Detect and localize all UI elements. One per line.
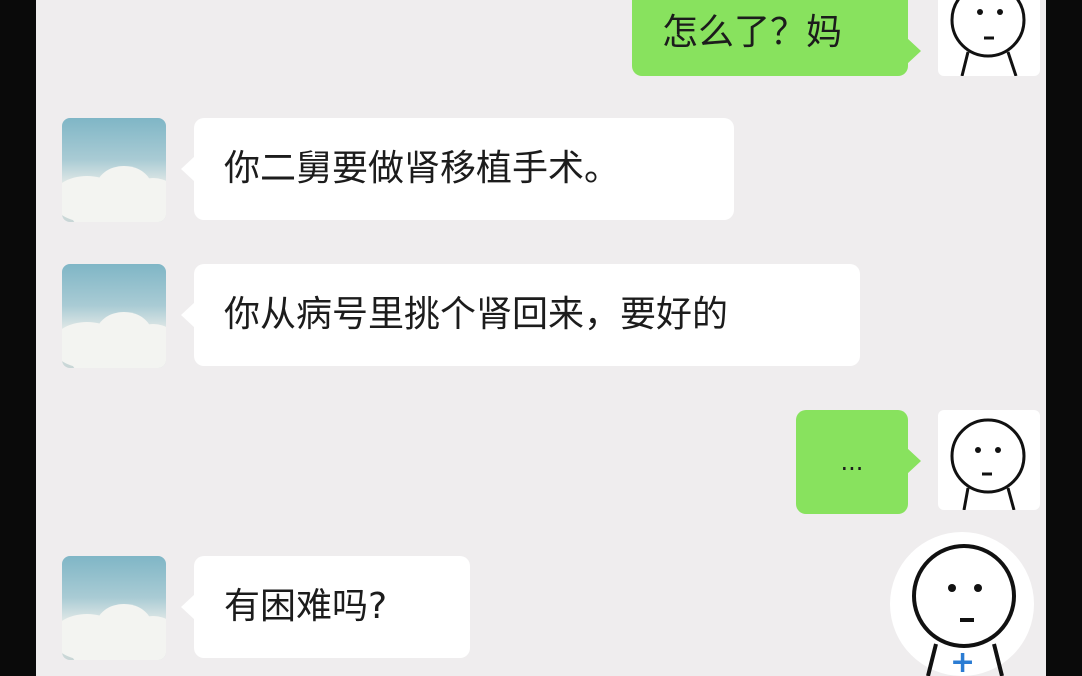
stick-face-icon[interactable]	[938, 0, 1040, 77]
message-bubble-self[interactable]: 怎么了？妈	[632, 0, 921, 76]
message-text: 有困难吗?	[224, 586, 388, 627]
message-bubble-other[interactable]: 你从病号里挑个肾回来，要好的	[181, 264, 860, 366]
message-bubble-self[interactable]: ...	[796, 410, 921, 514]
chat-screen: 怎么了？妈 你二舅要做肾移植手术。 你从病号里挑个肾回来，要好的 ... 有困难…	[36, 0, 1046, 676]
message-text: 怎么了？妈	[662, 12, 843, 53]
sky-cloud-avatar[interactable]	[62, 264, 166, 368]
stick-face-plus-icon[interactable]: +	[890, 532, 1034, 676]
stick-face-icon[interactable]	[938, 410, 1040, 511]
sky-cloud-avatar[interactable]	[62, 118, 166, 222]
message-text: 你二舅要做肾移植手术。	[224, 148, 621, 189]
message-bubble-other[interactable]: 有困难吗?	[181, 556, 470, 658]
message-bubble-other[interactable]: 你二舅要做肾移植手术。	[181, 118, 734, 220]
message-text: 你从病号里挑个肾回来，要好的	[224, 294, 729, 335]
message-text: ...	[840, 448, 864, 476]
add-badge[interactable]: +	[950, 648, 975, 676]
sky-cloud-avatar[interactable]	[62, 556, 166, 660]
